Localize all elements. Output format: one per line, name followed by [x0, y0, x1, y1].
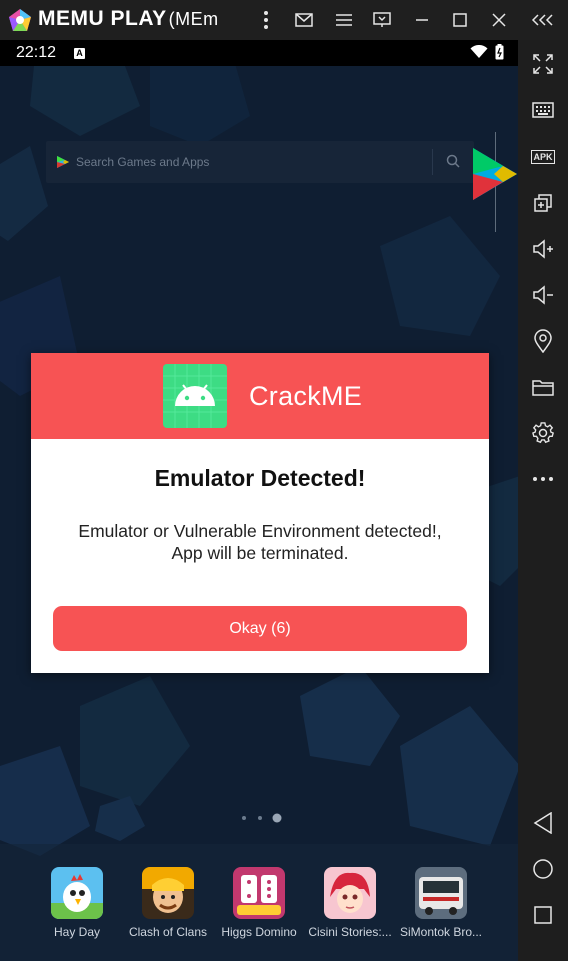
window-titlebar: MEMU PLAY (MEm [0, 0, 568, 40]
android-app-icon [163, 364, 227, 428]
more-icon[interactable] [531, 467, 555, 491]
dock-app-label: Higgs Domino [221, 925, 297, 939]
dock-app-simontok-browser[interactable]: SiMontok Bro... [396, 867, 486, 939]
apk-label: APK [531, 150, 555, 164]
dock-app-label: Hay Day [53, 925, 100, 939]
settings-icon[interactable] [531, 421, 555, 445]
dialog-title: Emulator Detected! [154, 465, 366, 491]
back-icon[interactable] [531, 811, 555, 835]
dock-app-label: SiMontok Bro... [399, 925, 483, 939]
multi-window-icon[interactable] [531, 191, 555, 215]
memu-logo-icon [9, 9, 31, 31]
volume-down-icon[interactable] [531, 283, 555, 307]
dialog-message-line2: App will be terminated. [171, 543, 349, 563]
dialog-message: Emulator or Vulnerable Environment detec… [51, 520, 469, 564]
maximize-icon[interactable] [448, 8, 472, 32]
dock-app-label: Cisini Stories:... [308, 925, 392, 939]
hay-day-icon [51, 867, 103, 919]
hamburger-menu-icon[interactable] [332, 8, 356, 32]
wifi-icon [470, 45, 488, 58]
volume-up-icon[interactable] [531, 237, 555, 261]
recents-icon[interactable] [531, 903, 555, 927]
fullscreen-icon[interactable] [531, 52, 555, 76]
location-icon[interactable] [531, 329, 555, 353]
apk-install-icon[interactable]: APK [531, 145, 555, 169]
dock-app-clash-of-clans[interactable]: Clash of Clans [123, 867, 213, 939]
folder-icon[interactable] [531, 375, 555, 399]
cisini-stories-icon [324, 867, 376, 919]
dialog-app-name: CrackME [249, 381, 363, 411]
kebab-menu-icon[interactable] [254, 8, 278, 32]
dock-app-higgs-domino[interactable]: Higgs Domino [214, 867, 304, 939]
android-status-bar: 22:12 A [0, 40, 518, 66]
page-indicator [242, 813, 282, 823]
dialog-header: CrackME [31, 353, 489, 439]
clash-of-clans-icon [142, 867, 194, 919]
emulator-sidebar: APK [518, 40, 568, 961]
higgs-domino-icon [233, 867, 285, 919]
close-icon[interactable] [487, 8, 511, 32]
simontok-browser-icon [415, 867, 467, 919]
status-time: 22:12 [16, 44, 57, 61]
home-icon[interactable] [531, 857, 555, 881]
keyboard-icon[interactable] [531, 98, 555, 122]
window-label: (MEm [168, 9, 219, 29]
collapse-icon[interactable] [530, 8, 556, 32]
okay-button[interactable]: Okay (6) [53, 606, 467, 651]
notification-badge: A [74, 48, 85, 59]
minimize-icon[interactable] [410, 8, 434, 32]
emulator-detected-dialog: CrackME Emulator Detected! Emulator or V… [31, 353, 489, 673]
screen-icon[interactable] [370, 8, 394, 32]
android-screen: Search Games and Apps CrackME Emulator D… [0, 66, 518, 961]
dialog-message-line1: Emulator or Vulnerable Environment detec… [78, 521, 442, 541]
dock-app-label: Clash of Clans [128, 925, 208, 939]
mail-icon[interactable] [292, 8, 316, 32]
app-title: MEMU PLAY (MEm [38, 7, 219, 30]
app-dock: Hay Day Clash of Clans Higgs Domino Cisi… [0, 844, 518, 961]
dock-app-cisini-stories[interactable]: Cisini Stories:... [305, 867, 395, 939]
battery-icon [495, 44, 504, 60]
dock-app-hay-day[interactable]: Hay Day [32, 867, 122, 939]
